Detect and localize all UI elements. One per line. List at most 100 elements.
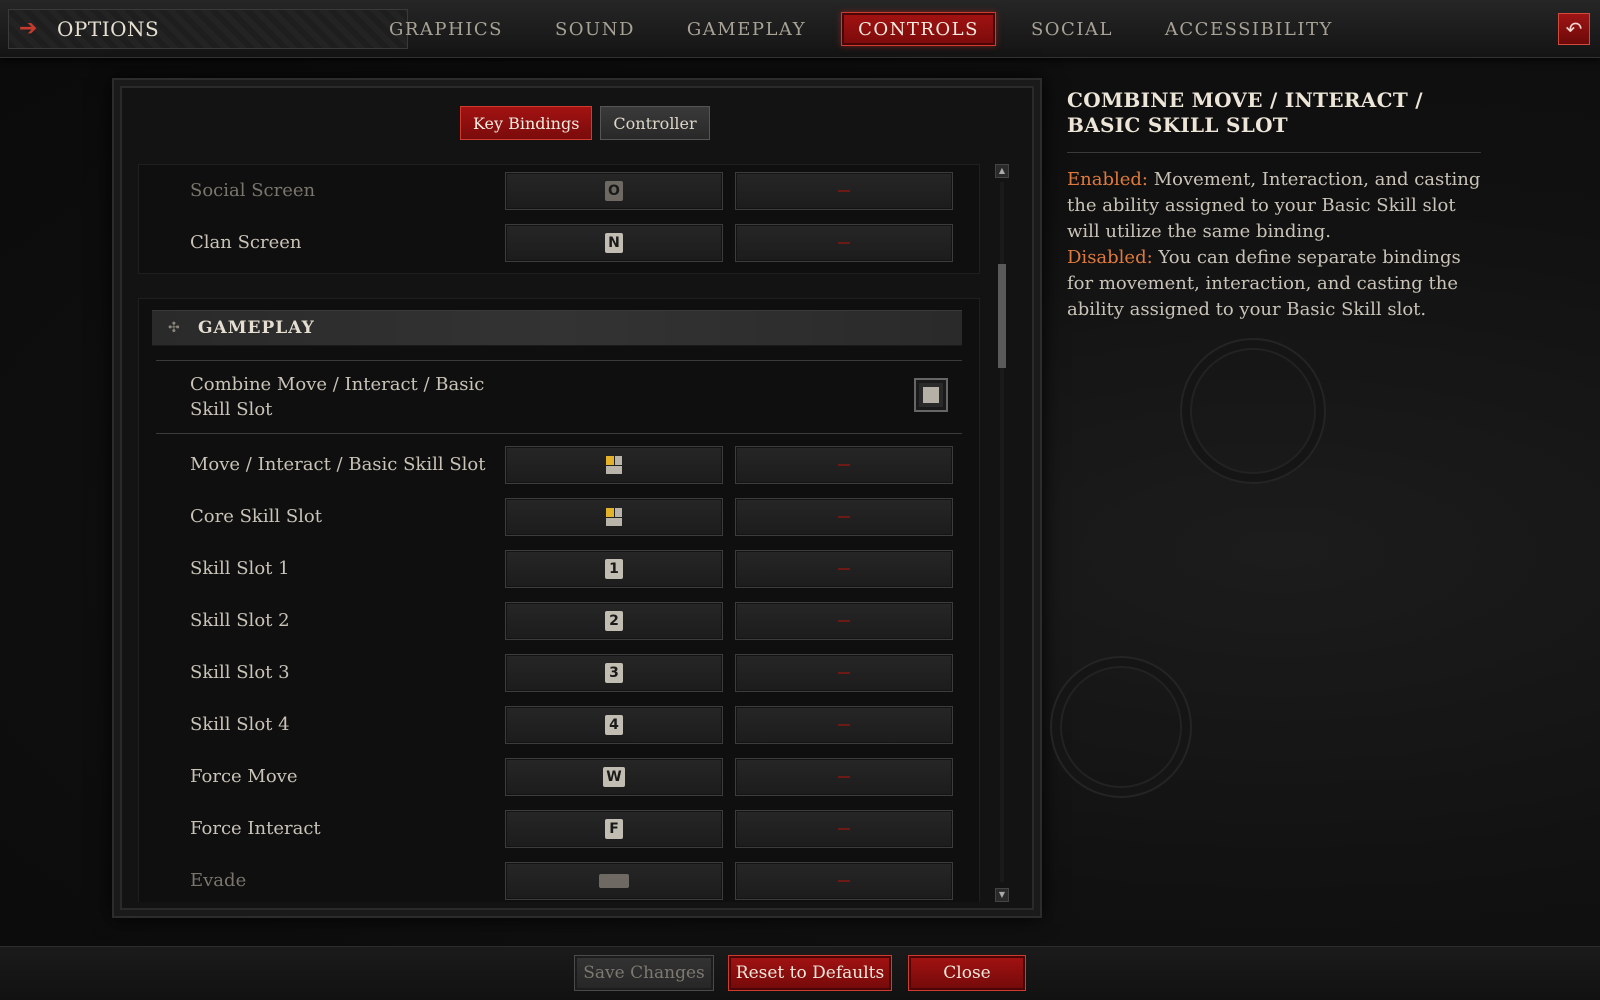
unbound-dash-icon — [838, 620, 850, 622]
binding-label: Force Interact — [190, 817, 321, 839]
binding-row: Skill Slot 2 2 — [138, 594, 980, 646]
primary-binding-button[interactable] — [505, 446, 723, 484]
subtab-controller[interactable]: Controller — [600, 106, 710, 140]
spacebar-icon — [599, 874, 629, 888]
binding-row: Force Move W — [138, 750, 980, 802]
tab-social[interactable]: SOCIAL — [1014, 12, 1130, 46]
reset-to-defaults-button[interactable]: Reset to Defaults — [728, 955, 892, 991]
primary-binding-button[interactable]: 2 — [505, 602, 723, 640]
unbound-dash-icon — [838, 516, 850, 518]
binding-row: Evade — [138, 854, 980, 902]
binding-label: Move / Interact / Basic Skill Slot — [190, 453, 486, 475]
tab-accessibility[interactable]: ACCESSIBILITY — [1148, 12, 1350, 46]
tab-controls[interactable]: CONTROLS — [841, 12, 996, 46]
scroll-up-arrow-icon[interactable]: ▲ — [995, 164, 1009, 178]
primary-binding-button[interactable]: O — [505, 172, 723, 210]
section-header-gameplay: ✣ GAMEPLAY — [152, 310, 962, 346]
secondary-binding-button[interactable] — [735, 758, 953, 796]
disabled-label: Disabled: — [1067, 247, 1153, 268]
secondary-binding-button[interactable] — [735, 862, 953, 900]
options-header: ➔ OPTIONS — [8, 9, 408, 49]
top-bar: ➔ OPTIONS GRAPHICS SOUND GAMEPLAY CONTRO… — [0, 0, 1600, 58]
primary-binding-button[interactable]: 1 — [505, 550, 723, 588]
back-arrow-icon: ↶ — [1565, 17, 1583, 41]
binding-row: Social Screen O — [138, 164, 980, 216]
tab-gameplay[interactable]: GAMEPLAY — [670, 12, 823, 46]
binding-row: Force Interact F — [138, 802, 980, 854]
binding-row: Core Skill Slot — [138, 490, 980, 542]
close-button[interactable]: Close — [908, 955, 1026, 991]
unbound-dash-icon — [838, 724, 850, 726]
binding-label: Social Screen — [190, 179, 316, 201]
bottom-bar: Save Changes Reset to Defaults Close — [0, 946, 1600, 1000]
binding-row: Skill Slot 1 1 — [138, 542, 980, 594]
secondary-binding-button[interactable] — [735, 498, 953, 536]
primary-binding-button[interactable]: 3 — [505, 654, 723, 692]
combine-toggle-checkbox[interactable] — [914, 378, 948, 412]
binding-label: Skill Slot 1 — [190, 557, 290, 579]
binding-label: Clan Screen — [190, 231, 302, 253]
keycap: 3 — [605, 663, 623, 683]
list-scrollbar[interactable]: ▲ ▼ — [994, 164, 1010, 902]
mouse-left-icon — [606, 456, 622, 474]
scroll-thumb[interactable] — [998, 264, 1006, 368]
back-button[interactable]: ↶ — [1558, 13, 1590, 45]
mouse-left-icon — [606, 508, 622, 526]
checkbox-fill — [923, 387, 939, 403]
binding-label: Evade — [190, 869, 247, 891]
decorative-emblem — [1050, 656, 1192, 798]
combine-toggle-label: Combine Move / Interact / Basic Skill Sl… — [190, 374, 485, 420]
primary-binding-button[interactable]: F — [505, 810, 723, 848]
binding-row: Move / Interact / Basic Skill Slot — [138, 438, 980, 490]
subtab-key-bindings[interactable]: Key Bindings — [460, 106, 593, 140]
keycap: F — [605, 819, 623, 839]
unbound-dash-icon — [838, 880, 850, 882]
primary-binding-button[interactable]: W — [505, 758, 723, 796]
primary-binding-button[interactable] — [505, 862, 723, 900]
enabled-label: Enabled: — [1067, 169, 1148, 190]
divider — [156, 360, 962, 361]
options-arrow-icon: ➔ — [19, 16, 38, 41]
secondary-binding-button[interactable] — [735, 706, 953, 744]
options-nav: GRAPHICS SOUND GAMEPLAY CONTROLS SOCIAL … — [372, 12, 1368, 46]
keycap: N — [605, 233, 623, 253]
section-title: GAMEPLAY — [198, 318, 315, 338]
binding-label: Force Move — [190, 765, 298, 787]
secondary-binding-button[interactable] — [735, 602, 953, 640]
save-changes-button[interactable]: Save Changes — [574, 955, 714, 991]
secondary-binding-button[interactable] — [735, 654, 953, 692]
primary-binding-button[interactable]: N — [505, 224, 723, 262]
binding-row: Clan Screen N — [138, 216, 980, 268]
tab-graphics[interactable]: GRAPHICS — [372, 12, 520, 46]
bindings-list[interactable]: Social Screen O Clan Screen N ✣ GAMEPLAY… — [138, 164, 980, 902]
primary-binding-button[interactable]: 4 — [505, 706, 723, 744]
options-title: OPTIONS — [57, 17, 160, 41]
divider — [1067, 152, 1481, 153]
binding-label: Skill Slot 2 — [190, 609, 290, 631]
unbound-dash-icon — [838, 672, 850, 674]
secondary-binding-button[interactable] — [735, 224, 953, 262]
secondary-binding-button[interactable] — [735, 172, 953, 210]
tab-sound[interactable]: SOUND — [538, 12, 652, 46]
binding-label: Skill Slot 3 — [190, 661, 290, 683]
scroll-down-arrow-icon[interactable]: ▼ — [995, 888, 1009, 902]
secondary-binding-button[interactable] — [735, 810, 953, 848]
binding-label: Core Skill Slot — [190, 505, 322, 527]
unbound-dash-icon — [838, 242, 850, 244]
primary-binding-button[interactable] — [505, 498, 723, 536]
divider — [156, 433, 962, 434]
keycap: W — [603, 767, 625, 787]
keycap: 1 — [605, 559, 623, 579]
info-panel: COMBINE MOVE / INTERACT / BASIC SKILL SL… — [1067, 88, 1481, 323]
unbound-dash-icon — [838, 190, 850, 192]
unbound-dash-icon — [838, 828, 850, 830]
keycap: 2 — [605, 611, 623, 631]
keycap: 4 — [605, 715, 623, 735]
secondary-binding-button[interactable] — [735, 446, 953, 484]
unbound-dash-icon — [838, 776, 850, 778]
info-title: COMBINE MOVE / INTERACT / BASIC SKILL SL… — [1067, 88, 1423, 137]
subtabs: Key Bindings Controller — [460, 106, 710, 140]
binding-label: Skill Slot 4 — [190, 713, 290, 735]
binding-row: Skill Slot 3 3 — [138, 646, 980, 698]
secondary-binding-button[interactable] — [735, 550, 953, 588]
